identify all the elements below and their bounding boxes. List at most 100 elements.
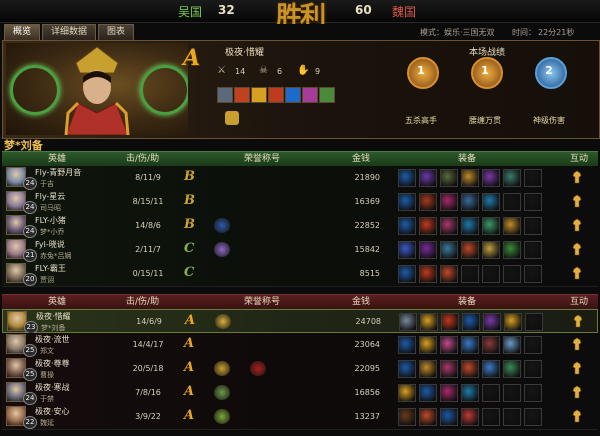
equipment-slot[interactable] xyxy=(461,169,479,187)
pray-icon[interactable] xyxy=(570,170,584,184)
equipment-slot[interactable] xyxy=(503,408,521,426)
equipment-slot[interactable] xyxy=(524,360,542,378)
equipment-slot[interactable] xyxy=(461,408,479,426)
equipment-slot[interactable] xyxy=(440,217,458,235)
equipment-slot[interactable] xyxy=(440,169,458,187)
equipment-slot[interactable] xyxy=(440,384,458,402)
equipment-slot[interactable] xyxy=(482,384,500,402)
tab-details[interactable]: 详细数据 xyxy=(42,24,97,41)
equipment-slot[interactable] xyxy=(398,265,416,283)
col-equip: 装备 xyxy=(458,297,477,307)
equipment-slot[interactable] xyxy=(462,313,480,331)
equipment-slot[interactable] xyxy=(524,336,542,354)
equipment-slot[interactable] xyxy=(419,336,437,354)
equipment-slot[interactable] xyxy=(419,193,437,211)
equipment-slot[interactable] xyxy=(524,193,542,211)
skill-slot xyxy=(234,87,250,103)
equipment-slot[interactable] xyxy=(482,241,500,259)
equipment-slot[interactable] xyxy=(399,313,417,331)
equipment-slot[interactable] xyxy=(503,169,521,187)
equipment-slot[interactable] xyxy=(440,193,458,211)
equipment-slot[interactable] xyxy=(398,384,416,402)
player-row[interactable]: 21 Fyl-晓说 赤兔*吕娴 2/11/7 C 15842 xyxy=(2,238,598,263)
equipment-slot[interactable] xyxy=(419,241,437,259)
pray-icon[interactable] xyxy=(570,218,584,232)
equipment-slot[interactable] xyxy=(398,408,416,426)
equipment-slot[interactable] xyxy=(398,193,416,211)
equipment-slot[interactable] xyxy=(503,336,521,354)
player-row[interactable]: 20 FLY-霸王 贾诩 0/15/11 C 8515 xyxy=(2,262,598,287)
pray-icon[interactable] xyxy=(570,242,584,256)
equipment-slot[interactable] xyxy=(461,265,479,283)
player-row[interactable]: 23 极夜·惜耀 梦*刘备 14/6/9 A 24708 xyxy=(2,309,598,334)
player-row[interactable]: 22 极夜·安心 魏延 3/9/22 A 13237 xyxy=(2,405,598,430)
pray-icon[interactable] xyxy=(570,266,584,280)
equipment-slot[interactable] xyxy=(503,384,521,402)
tab-overview[interactable]: 概览 xyxy=(4,24,41,41)
equipment-slot[interactable] xyxy=(524,384,542,402)
equipment-slot[interactable] xyxy=(461,384,479,402)
equipment-slot[interactable] xyxy=(482,217,500,235)
equipment-slot[interactable] xyxy=(482,408,500,426)
equipment-slot[interactable] xyxy=(398,241,416,259)
equipment-slot[interactable] xyxy=(419,360,437,378)
equipment-slot[interactable] xyxy=(398,217,416,235)
player-grade: A xyxy=(184,408,195,423)
equipment-slot[interactable] xyxy=(461,360,479,378)
player-row[interactable]: 25 极夜·尊尊 曹操 20/5/18 A 22095 xyxy=(2,357,598,382)
equipment-slot[interactable] xyxy=(482,336,500,354)
equipment-slot[interactable] xyxy=(524,241,542,259)
pray-icon[interactable] xyxy=(570,337,584,351)
player-gold: 15842 xyxy=(354,245,380,254)
equipment-slot[interactable] xyxy=(398,336,416,354)
equipment-slot[interactable] xyxy=(398,169,416,187)
pray-icon[interactable] xyxy=(570,385,584,399)
pray-icon[interactable] xyxy=(570,409,584,423)
equipment-slot[interactable] xyxy=(524,408,542,426)
equipment-slot[interactable] xyxy=(482,360,500,378)
equipment-slot[interactable] xyxy=(524,217,542,235)
player-row[interactable]: 24 极夜·寒战 于禁 7/8/16 A 16856 xyxy=(2,381,598,406)
equipment-slot[interactable] xyxy=(503,241,521,259)
equipment-slot[interactable] xyxy=(503,193,521,211)
equipment-slot[interactable] xyxy=(461,193,479,211)
equipment-slot[interactable] xyxy=(524,265,542,283)
equipment-slot[interactable] xyxy=(420,313,438,331)
player-row[interactable]: 25 极夜·流世 郑文 14/4/17 A 23064 xyxy=(2,333,598,358)
equipment-slot[interactable] xyxy=(398,360,416,378)
player-row[interactable]: 24 Fly-青野月音 于吉 8/11/9 B 21890 xyxy=(2,166,598,191)
equipment-slot[interactable] xyxy=(482,193,500,211)
pray-icon[interactable] xyxy=(571,314,585,328)
equipment-slot[interactable] xyxy=(419,169,437,187)
equipment-slot[interactable] xyxy=(482,169,500,187)
pray-icon[interactable] xyxy=(570,194,584,208)
player-kda: 3/9/22 xyxy=(135,412,161,421)
equipment-slot[interactable] xyxy=(440,336,458,354)
equipment-slot[interactable] xyxy=(440,241,458,259)
pray-icon[interactable] xyxy=(570,361,584,375)
equipment-slot[interactable] xyxy=(419,408,437,426)
equipment-slot[interactable] xyxy=(440,408,458,426)
equipment-slot[interactable] xyxy=(503,360,521,378)
equipment-slot[interactable] xyxy=(503,217,521,235)
equipment-slot[interactable] xyxy=(525,313,543,331)
equipment-slot[interactable] xyxy=(419,265,437,283)
player-row[interactable]: 24 FLY-小猪 梦*小乔 14/8/6 B 22852 xyxy=(2,214,598,239)
equipment-slot[interactable] xyxy=(503,265,521,283)
equipment-slot[interactable] xyxy=(441,313,459,331)
col-honor: 荣誉称号 xyxy=(244,154,281,164)
equipment-slot[interactable] xyxy=(524,169,542,187)
player-row[interactable]: 24 Fly-星云 司马昭 8/15/11 B 16369 xyxy=(2,190,598,215)
equipment-slot[interactable] xyxy=(504,313,522,331)
equipment-slot[interactable] xyxy=(461,217,479,235)
col-gold: 金钱 xyxy=(352,297,371,307)
equipment-slot[interactable] xyxy=(440,265,458,283)
equipment-slot[interactable] xyxy=(461,336,479,354)
equipment-slot[interactable] xyxy=(419,384,437,402)
equipment-slot[interactable] xyxy=(483,313,501,331)
equipment-slot[interactable] xyxy=(419,217,437,235)
equipment-slot[interactable] xyxy=(482,265,500,283)
equipment-slot[interactable] xyxy=(440,360,458,378)
tab-charts[interactable]: 图表 xyxy=(98,24,135,41)
equipment-slot[interactable] xyxy=(461,241,479,259)
